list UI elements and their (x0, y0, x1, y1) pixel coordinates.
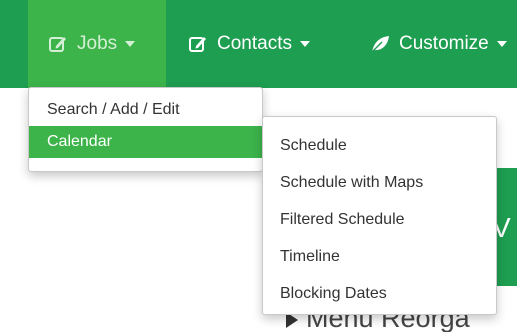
menu-item-search-add-edit[interactable]: Search / Add / Edit (29, 94, 262, 126)
submenu-item-label: Schedule with Maps (280, 174, 424, 191)
edit-icon (189, 37, 206, 52)
submenu-item-filtered-schedule[interactable]: Filtered Schedule (263, 201, 496, 238)
jobs-dropdown-menu: Search / Add / Edit Calendar (28, 87, 263, 172)
caret-down-icon (496, 41, 507, 47)
submenu-item-label: Schedule (280, 137, 347, 154)
nav-jobs-label: Jobs (77, 33, 118, 54)
nav-jobs[interactable]: Jobs (28, 0, 166, 88)
caret-down-icon (125, 41, 136, 47)
submenu-item-schedule[interactable]: Schedule (263, 127, 496, 164)
submenu-item-schedule-with-maps[interactable]: Schedule with Maps (263, 164, 496, 201)
menu-item-label: Calendar (47, 133, 112, 150)
app-page: Jobs Contacts Customize V Menu Reorga Se… (0, 0, 517, 332)
submenu-item-timeline[interactable]: Timeline (263, 238, 496, 275)
edit-icon (49, 37, 66, 52)
submenu-item-label: Filtered Schedule (280, 211, 405, 228)
nav-customize[interactable]: Customize (370, 0, 517, 88)
menu-item-calendar[interactable]: Calendar (29, 126, 262, 158)
nav-customize-label: Customize (399, 33, 489, 54)
submenu-item-blocking-dates[interactable]: Blocking Dates (263, 275, 496, 312)
leaf-icon (371, 36, 389, 53)
caret-down-icon (299, 41, 310, 47)
submenu-item-label: Timeline (280, 248, 340, 265)
nav-contacts-label: Contacts (217, 33, 292, 54)
nav-contacts[interactable]: Contacts (188, 0, 348, 88)
menu-item-label: Search / Add / Edit (47, 101, 180, 118)
submenu-item-label: Blocking Dates (280, 285, 387, 302)
calendar-submenu: Schedule Schedule with Maps Filtered Sch… (262, 116, 497, 315)
top-navbar: Jobs Contacts Customize (0, 0, 517, 88)
